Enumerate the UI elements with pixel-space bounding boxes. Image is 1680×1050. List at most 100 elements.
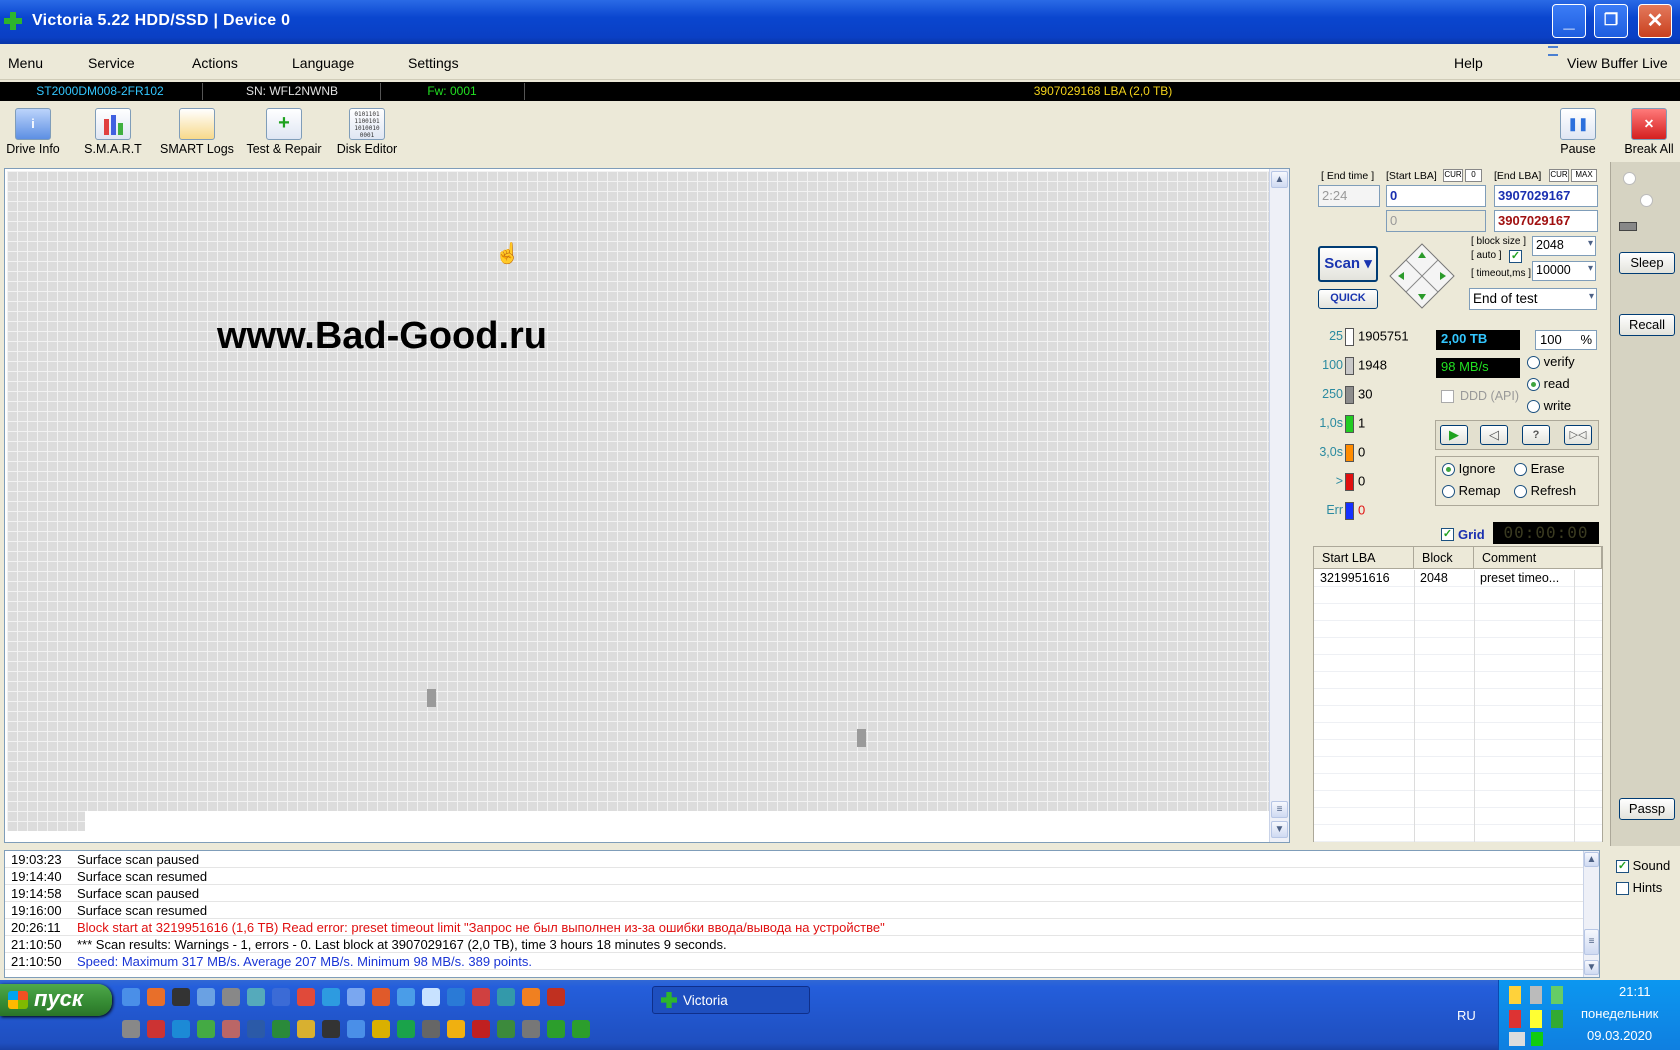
read-radio[interactable] <box>1527 378 1540 392</box>
scroll-up-arrow[interactable]: ▲ <box>1584 852 1599 867</box>
quick-button[interactable]: QUICK <box>1318 289 1378 309</box>
log-row[interactable]: 21:10:50 *** Scan results: Warnings - 1, … <box>5 936 1583 953</box>
quick-launch-icon[interactable] <box>247 988 265 1006</box>
scroll-down-arrow[interactable]: ▼ <box>1584 960 1599 975</box>
menu-service[interactable]: Service <box>88 55 135 71</box>
start-lba-field[interactable]: 0 <box>1386 185 1486 207</box>
menu-help[interactable]: Help <box>1454 55 1483 71</box>
quick-launch-icon[interactable] <box>322 988 340 1006</box>
quick-launch-icon[interactable] <box>497 1020 515 1038</box>
verify-radio[interactable] <box>1527 356 1540 370</box>
end-cur-button[interactable]: CUR <box>1549 169 1569 182</box>
menu-menu[interactable]: Menu <box>8 55 43 71</box>
scroll-down-arrow[interactable]: ▼ <box>1271 821 1288 838</box>
quick-launch-icon[interactable] <box>447 988 465 1006</box>
quick-launch-icon[interactable] <box>372 1020 390 1038</box>
quick-launch-icon[interactable] <box>172 988 190 1006</box>
ignore-option[interactable]: Ignore <box>1442 461 1496 477</box>
tray-icons[interactable] <box>1509 1032 1549 1046</box>
error-block-table[interactable]: Start LBA Block Comment 3219951616 2048 … <box>1313 546 1603 842</box>
ignore-radio[interactable] <box>1442 463 1455 477</box>
quick-launch-icon[interactable] <box>197 988 215 1006</box>
log-row[interactable]: 19:14:58 Surface scan paused <box>5 885 1583 902</box>
end-time-field[interactable]: 2:24 <box>1318 185 1380 207</box>
side-radio[interactable] <box>1639 194 1653 208</box>
quick-launch-icon[interactable] <box>197 1020 215 1038</box>
block-size-select[interactable]: 2048 ▾ <box>1532 236 1596 256</box>
menu-actions[interactable]: Actions <box>192 55 238 71</box>
log-row[interactable]: 20:26:11 Block start at 3219951616 (1,6 T… <box>5 919 1583 936</box>
random-seek-icon[interactable]: ? <box>1522 425 1550 445</box>
scroll-thumb[interactable]: ≡ <box>1271 801 1288 818</box>
menu-settings[interactable]: Settings <box>408 55 459 71</box>
quick-launch-icon[interactable] <box>372 988 390 1006</box>
quick-launch-icon[interactable] <box>397 988 415 1006</box>
drive-info-button[interactable]: i Drive Info <box>4 108 62 156</box>
end-lba-field[interactable]: 3907029167 <box>1494 185 1598 207</box>
quick-launch-icon[interactable] <box>147 988 165 1006</box>
clock-time[interactable]: 21:11 <box>1619 984 1651 999</box>
quick-launch-icon[interactable] <box>222 1020 240 1038</box>
quick-launch-icon[interactable] <box>422 988 440 1006</box>
col-comment[interactable]: Comment <box>1474 547 1602 569</box>
log-scrollbar[interactable]: ▲ ≡ ▼ <box>1583 851 1599 977</box>
quick-launch-icon[interactable] <box>122 1020 140 1038</box>
erase-radio[interactable] <box>1514 463 1527 477</box>
log-row[interactable]: 21:10:50 Speed: Maximum 317 MB/s. Average… <box>5 953 1583 970</box>
scan-button[interactable]: Scan ▾ <box>1318 246 1378 282</box>
quick-launch-icon[interactable] <box>222 988 240 1006</box>
quick-launch-icon[interactable] <box>347 988 365 1006</box>
col-block[interactable]: Block <box>1414 547 1474 569</box>
sleep-button[interactable]: Sleep <box>1619 252 1675 274</box>
title-bar[interactable]: Victoria 5.22 HDD/SSD | Device 0 _ ❐ ✕ <box>0 0 1680 44</box>
smart-logs-button[interactable]: SMART Logs <box>160 108 234 156</box>
quick-launch-icon[interactable] <box>422 1020 440 1038</box>
quick-launch-icon[interactable] <box>472 1020 490 1038</box>
tray-icons[interactable] <box>1509 1010 1569 1028</box>
grid-scrollbar[interactable]: ▲ ≡ ▼ <box>1269 169 1289 842</box>
recall-button[interactable]: Recall <box>1619 314 1675 336</box>
quick-launch-icon[interactable] <box>497 988 515 1006</box>
write-radio[interactable] <box>1527 400 1540 414</box>
col-start-lba[interactable]: Start LBA <box>1314 547 1414 569</box>
quick-launch-icon[interactable] <box>397 1020 415 1038</box>
remap-option[interactable]: Remap <box>1442 483 1501 499</box>
hints-checkbox[interactable] <box>1616 882 1629 896</box>
quick-launch-icon[interactable] <box>572 1020 590 1038</box>
remap-radio[interactable] <box>1442 485 1455 499</box>
log-row[interactable]: 19:03:23 Surface scan paused <box>5 851 1583 868</box>
butterfly-icon[interactable]: ▷◁ <box>1564 425 1592 445</box>
end-max-button[interactable]: MAX <box>1571 169 1597 182</box>
quick-launch-icon[interactable] <box>522 988 540 1006</box>
auto-checkbox[interactable]: ✓ <box>1509 250 1522 263</box>
restore-button[interactable]: ❐ <box>1594 4 1628 38</box>
break-all-button[interactable]: ✕ Break All <box>1620 108 1678 156</box>
quick-launch-icon[interactable] <box>272 1020 290 1038</box>
end-action-select[interactable]: End of test ▾ <box>1469 288 1597 310</box>
write-option[interactable]: write <box>1527 398 1571 414</box>
quick-launch-icon[interactable] <box>272 988 290 1006</box>
scroll-thumb[interactable]: ≡ <box>1584 929 1599 955</box>
ddd-checkbox[interactable] <box>1441 390 1454 403</box>
play-icon[interactable]: ▶ <box>1440 425 1468 445</box>
verify-option[interactable]: verify <box>1527 354 1575 370</box>
refresh-radio[interactable] <box>1514 485 1527 499</box>
test-repair-button[interactable]: + Test & Repair <box>244 108 324 156</box>
read-option[interactable]: read <box>1527 376 1570 392</box>
reverse-icon[interactable]: ◁ <box>1480 425 1508 445</box>
quick-launch-icon[interactable] <box>172 1020 190 1038</box>
quick-launch-icon[interactable] <box>247 1020 265 1038</box>
quick-launch-icon[interactable] <box>522 1020 540 1038</box>
refresh-option[interactable]: Refresh <box>1514 483 1576 499</box>
quick-launch-icon[interactable] <box>447 1020 465 1038</box>
scroll-up-arrow[interactable]: ▲ <box>1271 171 1288 188</box>
direction-pad-icon[interactable] <box>1388 242 1456 310</box>
minimize-button[interactable]: _ <box>1552 4 1586 38</box>
quick-launch-icon[interactable] <box>347 1020 365 1038</box>
side-radio[interactable] <box>1623 172 1636 186</box>
tray-icons[interactable] <box>1509 986 1569 1004</box>
log-row[interactable]: 19:16:00 Surface scan resumed <box>5 902 1583 919</box>
sound-checkbox[interactable]: ✓ <box>1616 860 1629 874</box>
view-buffer-live[interactable]: View Buffer Live <box>1567 55 1668 71</box>
quick-launch-icon[interactable] <box>472 988 490 1006</box>
